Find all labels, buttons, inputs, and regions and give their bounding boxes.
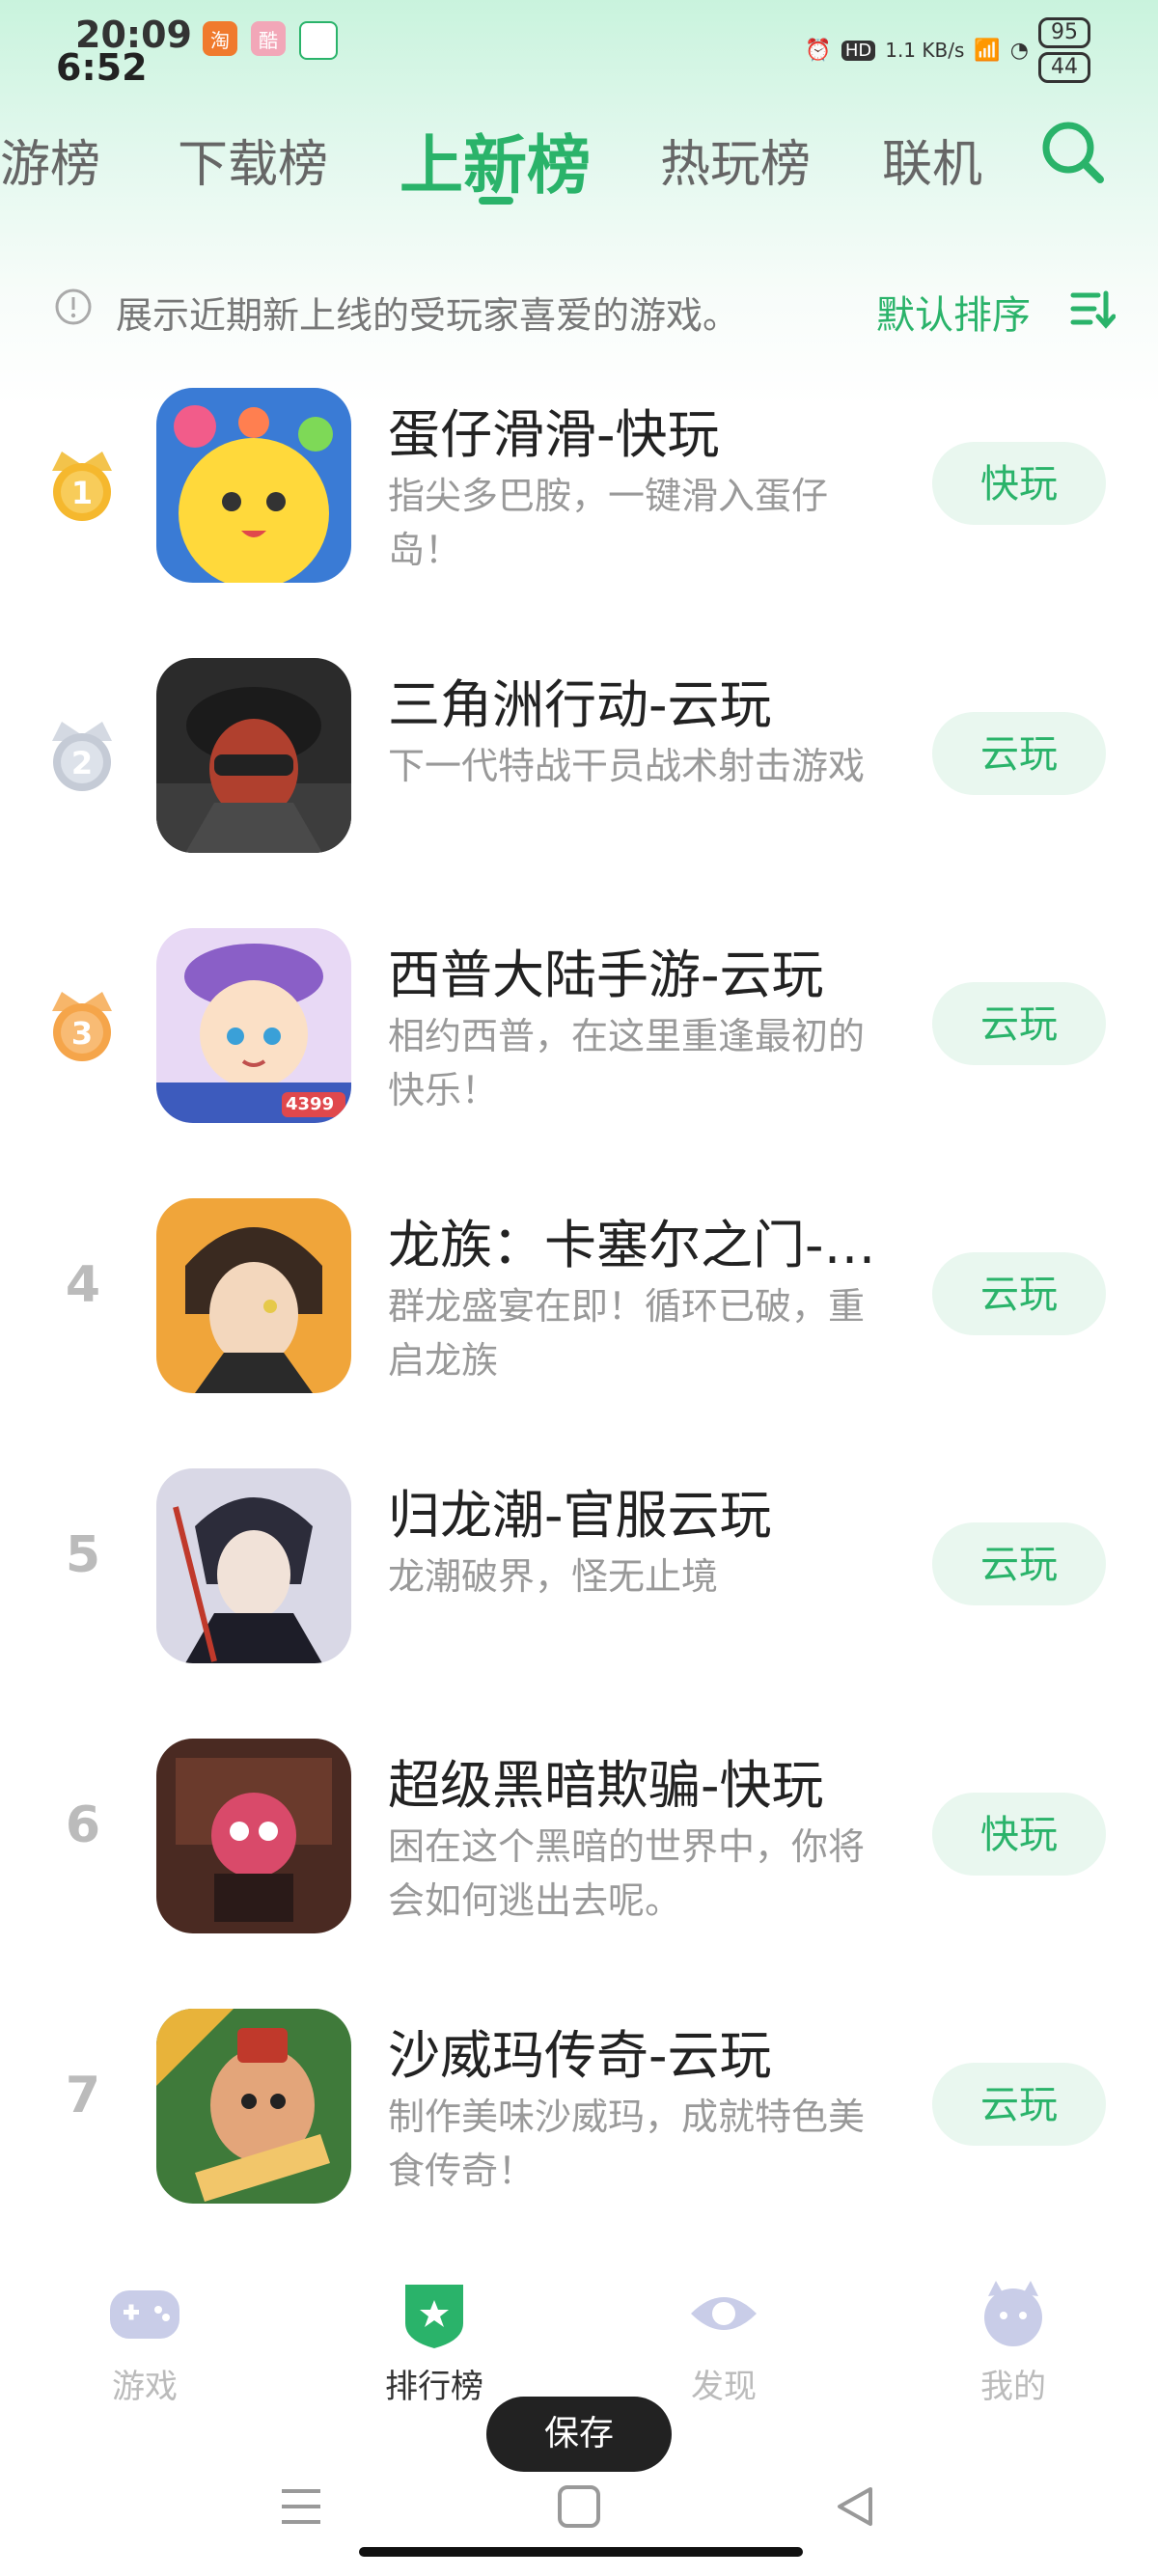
list-item[interactable]: 6 超级黑暗欺骗-快玩 困在这个黑暗的世界中，你将会如何逃出去呢。 快玩 (0, 1735, 1158, 2005)
app-notification-icon: 酷 (251, 21, 286, 56)
menu-icon[interactable] (278, 2485, 324, 2528)
cloud-play-button[interactable]: 云玩 (932, 712, 1106, 795)
nav-label: 发现 (691, 2368, 757, 2406)
net-speed: 1.1 KB/s (885, 39, 965, 62)
list-item[interactable]: 1 蛋仔滑滑-快玩 指尖多巴胺，一键滑入蛋仔岛！ 快玩 (0, 384, 1158, 654)
rank-number: 5 (65, 1526, 101, 1584)
game-description: 龙潮破界，怪无止境 (388, 1555, 719, 1598)
search-icon[interactable] (1038, 118, 1106, 185)
nav-label: 排行榜 (385, 2368, 483, 2406)
svg-text:2: 2 (71, 745, 93, 781)
nav-label: 我的 (980, 2368, 1046, 2406)
list-item[interactable]: 4 龙族：卡塞尔之门-官... 群龙盛宴在即！循环已破，重启龙族 云玩 (0, 1194, 1158, 1465)
discover-icon (691, 2297, 757, 2330)
cloud-play-button[interactable]: 云玩 (932, 2063, 1106, 2146)
battery-group: 95 44 (1038, 17, 1090, 83)
game-title[interactable]: 蛋仔滑滑-快玩 (388, 392, 909, 468)
svg-text:1: 1 (71, 475, 93, 511)
battery-top-icon: 95 (1038, 17, 1090, 48)
ranking-shield-icon (405, 2285, 463, 2348)
game-title[interactable]: 归龙潮-官服云玩 (388, 1472, 909, 1548)
gamepad-icon (110, 2290, 179, 2339)
cloud-play-button[interactable]: 云玩 (932, 1522, 1106, 1605)
game-title[interactable]: 龙族：卡塞尔之门-官... (388, 1202, 909, 1278)
alarm-icon: ⏰ (805, 38, 832, 63)
signal-icon: 📶 (974, 38, 1001, 63)
game-description: 困在这个黑暗的世界中，你将会如何逃出去呢。 (388, 1825, 866, 1922)
game-icon[interactable] (156, 1739, 351, 1933)
save-toast[interactable]: 保存 (486, 2397, 672, 2472)
silver-medal-icon: 2 (52, 722, 112, 791)
quick-play-button[interactable]: 快玩 (932, 1793, 1106, 1876)
nav-profile[interactable]: 我的 (936, 2277, 1090, 2407)
tab-indicator (479, 197, 513, 205)
svg-text:3: 3 (71, 1015, 93, 1052)
nav-games[interactable]: 游戏 (68, 2277, 222, 2407)
sort-button[interactable]: 默认排序 (876, 284, 1031, 340)
publisher-badge: 4399 (286, 1094, 335, 1114)
bottom-nav: 游戏 排行榜 发现 我的 (0, 2258, 1158, 2406)
tab-new-rank[interactable]: 上新榜 (400, 114, 591, 206)
store-notification-icon (299, 21, 338, 60)
back-icon[interactable] (832, 2483, 878, 2530)
game-description: 指尖多巴胺，一键滑入蛋仔岛！ (388, 475, 829, 571)
tab-online-rank[interactable]: 联机 (882, 123, 988, 196)
game-icon[interactable]: 4399 (156, 928, 351, 1123)
info-row: 展示近期新上线的受玩家喜爱的游戏。 默认排序 (54, 282, 1116, 340)
game-icon[interactable] (156, 658, 351, 853)
list-item[interactable]: 3 4399 西普大陆手游-云玩 相约西普，在这里重逢最初的快乐！ 云玩 (0, 924, 1158, 1194)
list-item[interactable]: 2 三角洲行动-云玩 下一代特战干员战术射击游戏 云玩 (0, 654, 1158, 924)
ranking-tabs: 游榜 下载榜 上新榜 热玩榜 联机 (0, 114, 1158, 203)
list-item[interactable]: 5 归龙潮-官服云玩 龙潮破界，怪无止境 云玩 (0, 1465, 1158, 1735)
rank-number: 7 (65, 2067, 101, 2124)
bronze-medal-icon: 3 (52, 992, 112, 1061)
tab-game-rank[interactable]: 游榜 (0, 123, 100, 196)
game-icon[interactable] (156, 1468, 351, 1663)
sort-icon[interactable] (1069, 288, 1116, 330)
rank-number: 4 (65, 1256, 101, 1314)
game-icon[interactable] (156, 1198, 351, 1393)
game-description: 相约西普，在这里重逢最初的快乐！ (388, 1015, 866, 1111)
game-description: 下一代特战干员战术射击游戏 (388, 745, 866, 787)
game-description: 制作美味沙威玛，成就特色美食传奇！ (388, 2096, 866, 2192)
cloud-play-button[interactable]: 云玩 (932, 982, 1106, 1065)
game-icon[interactable] (156, 388, 351, 583)
cloud-play-button[interactable]: 云玩 (932, 1252, 1106, 1335)
game-title[interactable]: 西普大陆手游-云玩 (388, 932, 909, 1008)
info-icon (55, 288, 92, 325)
profile-mascot-icon (984, 2281, 1042, 2346)
home-indicator[interactable] (359, 2547, 803, 2557)
rank-number: 6 (65, 1796, 101, 1854)
hd-icon: HD (841, 40, 876, 61)
game-title[interactable]: 超级黑暗欺骗-快玩 (388, 1742, 909, 1819)
gold-medal-icon: 1 (52, 452, 112, 521)
info-text: 展示近期新上线的受玩家喜爱的游戏。 (116, 294, 740, 337)
game-title[interactable]: 沙威玛传奇-云玩 (388, 2013, 909, 2089)
tab-hot-rank[interactable]: 热玩榜 (660, 123, 811, 196)
nav-label: 游戏 (112, 2368, 178, 2406)
nav-ranking[interactable]: 排行榜 (357, 2277, 511, 2407)
list-item[interactable]: 7 沙威玛传奇-云玩 制作美味沙威玛，成就特色美食传奇！ 云玩 (0, 2005, 1158, 2275)
tab-download-rank[interactable]: 下载榜 (178, 123, 328, 196)
status-right: ⏰ HD 1.1 KB/s 📶 ◔ 95 44 (805, 17, 1090, 83)
nav-discover[interactable]: 发现 (647, 2277, 801, 2407)
game-title[interactable]: 三角洲行动-云玩 (388, 662, 909, 738)
game-description: 群龙盛宴在即！循环已破，重启龙族 (388, 1285, 866, 1382)
status-time: 6:52 (56, 46, 148, 89)
game-icon[interactable] (156, 2009, 351, 2204)
home-icon[interactable] (556, 2483, 602, 2530)
notification-icons: 淘 酷 (203, 21, 338, 60)
taobao-notification-icon: 淘 (203, 21, 237, 56)
status-bar: 20:09 6:52 淘 酷 ⏰ HD 1.1 KB/s 📶 ◔ 95 44 (0, 0, 1158, 106)
quick-play-button[interactable]: 快玩 (932, 442, 1106, 525)
wifi-icon: ◔ (1009, 38, 1029, 63)
battery-icon: 44 (1038, 52, 1090, 83)
